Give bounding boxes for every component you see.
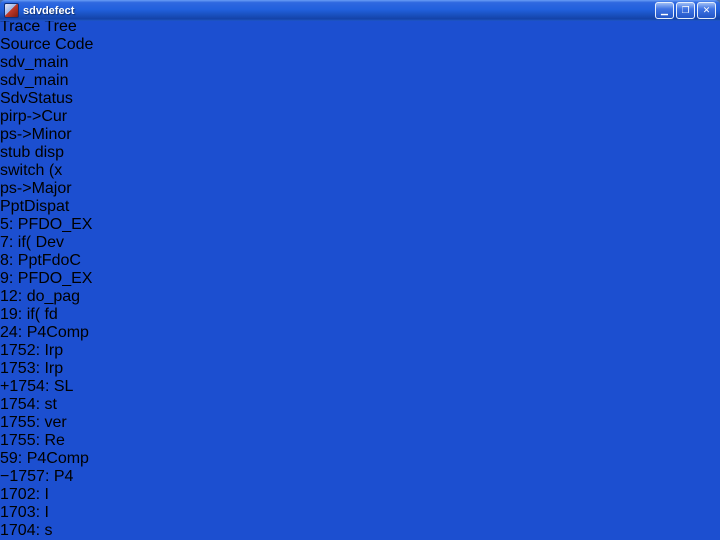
tree-expand-plus-icon[interactable]: + — [0, 378, 9, 395]
tree-item[interactable]: 1753: Irp — [0, 360, 720, 378]
trace-tree-panel: sdv_main sdv_main SdvStatus pirp->Cur ps->Mi… — [0, 54, 720, 540]
tree-item[interactable]: 7: if( Dev — [0, 234, 720, 252]
tree-item-label: 1754: SL — [9, 378, 74, 395]
tree-item[interactable]: PptDispat — [0, 198, 720, 216]
maximize-button[interactable]: ❐ — [676, 2, 695, 19]
tree-item[interactable]: 1704: s — [0, 522, 720, 540]
titlebar[interactable]: sdvdefect ▁ ❐ ✕ — [0, 0, 720, 21]
tree-item-label: 1755: Re — [0, 432, 65, 449]
tree-item[interactable]: ps->Minor — [0, 126, 720, 144]
tree-item-label: 5: PFDO_EX — [0, 216, 93, 233]
tree-item[interactable]: 5: PFDO_EX — [0, 216, 720, 234]
window-title: sdvdefect — [23, 4, 75, 17]
tree-item[interactable]: ps->Major — [0, 180, 720, 198]
window-frame: sdvdefect ▁ ❐ ✕ FileFontTrace TreeSource… — [0, 0, 720, 540]
tree-item[interactable]: pirp->Cur — [0, 108, 720, 126]
tree-item-label: 1703: I — [0, 504, 49, 521]
tree-item[interactable]: 59: P4Comp — [0, 450, 720, 468]
tree-item[interactable]: 1702: I — [0, 486, 720, 504]
tree-item-label: 1757: P4 — [9, 468, 74, 485]
tree-item[interactable]: sdv_main — [0, 72, 720, 90]
close-button[interactable]: ✕ — [697, 2, 716, 19]
tree-item-label: sdv_main — [0, 72, 69, 89]
tree-item-label: 1702: I — [0, 486, 49, 503]
app-icon — [4, 3, 19, 18]
tree-item-label: switch (x — [0, 162, 63, 179]
tree-item[interactable]: 19: if( fd — [0, 306, 720, 324]
tree-item[interactable]: switch (x — [0, 162, 720, 180]
tree-item[interactable]: sdv_main — [0, 54, 720, 72]
tree-item-label: ps->Major — [0, 180, 72, 197]
tree-item-label: 59: P4Comp — [0, 450, 89, 467]
tree-expand-minus-icon[interactable]: − — [0, 468, 9, 485]
tree-item[interactable]: SdvStatus — [0, 90, 720, 108]
tree-item[interactable]: 12: do_pag — [0, 288, 720, 306]
tree-item-label: 24: P4Comp — [0, 324, 89, 341]
tree-item-label: 1754: st — [0, 396, 57, 413]
tree-item-label: ps->Minor — [0, 126, 72, 143]
tree-item-label: stub disp — [0, 144, 65, 161]
client-area: FileFontTrace TreeSource CodeHelp Trace … — [0, 0, 720, 540]
tree-item-label: 1753: Irp — [0, 360, 64, 377]
sdvdefect-window: sdvdefect ▁ ❐ ✕ FileFontTrace TreeSource… — [0, 0, 720, 540]
source-code-label: Source Code — [0, 36, 94, 53]
trace-tree-list: sdv_main sdv_main SdvStatus pirp->Cur ps->Mi… — [0, 54, 720, 540]
tree-item[interactable]: 1755: ver — [0, 414, 720, 432]
tree-item-label: pirp->Cur — [0, 108, 68, 125]
tree-item[interactable]: 1754: st — [0, 396, 720, 414]
tree-item-label: 1755: ver — [0, 414, 67, 431]
tree-item-label: PptDispat — [0, 198, 70, 215]
tree-item[interactable]: 8: PptFdoC — [0, 252, 720, 270]
tree-item-label: sdv_main — [0, 54, 69, 71]
tree-item-label: SdvStatus — [0, 90, 73, 107]
tree-item-label: 9: PFDO_EX — [0, 270, 93, 287]
tree-item-label: 12: do_pag — [0, 288, 81, 305]
tree-item-label: 1752: Irp — [0, 342, 64, 359]
tree-item-label: 7: if( Dev — [0, 234, 65, 251]
tree-item[interactable]: 9: PFDO_EX — [0, 270, 720, 288]
tree-item[interactable]: 1703: I — [0, 504, 720, 522]
tree-item-label: 19: if( fd — [0, 306, 58, 323]
tree-item[interactable]: +1754: SL — [0, 378, 720, 396]
tree-item[interactable]: 24: P4Comp — [0, 324, 720, 342]
tree-item[interactable]: stub disp — [0, 144, 720, 162]
tree-item-label: 1704: s — [0, 522, 53, 539]
tree-item[interactable]: 1755: Re — [0, 432, 720, 450]
tree-item[interactable]: −1757: P4 — [0, 468, 720, 486]
minimize-button[interactable]: ▁ — [655, 2, 674, 19]
tree-item-label: 8: PptFdoC — [0, 252, 81, 269]
tree-item[interactable]: 1752: Irp — [0, 342, 720, 360]
